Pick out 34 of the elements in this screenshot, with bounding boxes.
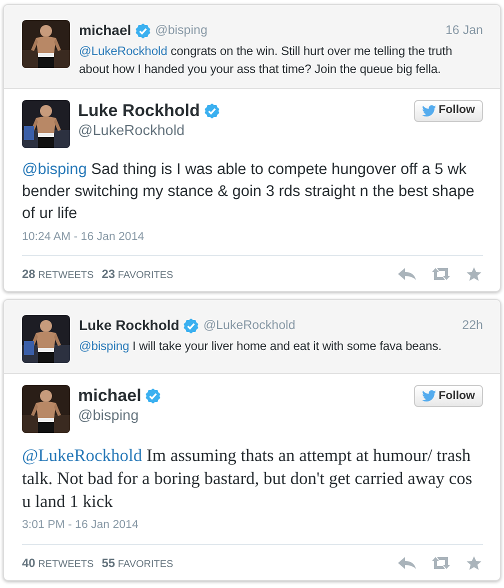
mention-link[interactable]: @bisping [79,339,130,354]
author-name[interactable]: michael [79,20,132,41]
tweet-time[interactable]: 16 Jan [445,21,483,40]
bird-icon [422,105,436,117]
tweet-text: @bisping I will take your liver home and eat it with some fava beans. [79,338,442,356]
author-name[interactable]: michael [78,385,142,406]
author-name[interactable]: Luke Rockhold [78,100,200,121]
stat-count[interactable]: 23 FAVORITES [102,265,174,284]
star-icon[interactable] [465,554,483,570]
stat-count[interactable]: 40 RETWEETS [22,554,94,572]
tweet-text: @LukeRockhold congrats on the win. Still hurt over me telling the truth about how I handed you your ass that time? Join the queue big fella. [79,43,454,78]
reply-icon[interactable] [397,266,417,282]
tweet-time[interactable]: 22h [462,316,483,336]
retweet-icon[interactable] [431,266,451,282]
tweet-text: @LukeRockhold Im assuming thats an attempt at humour/ trash talk. Not bad for a boring bastard, but don't get carried away cos u land 1 kick [22,444,474,514]
author-handle[interactable]: @bisping [78,406,406,428]
follow-button[interactable]: Follow [414,100,483,122]
star-icon[interactable] [465,266,483,282]
author-handle[interactable]: @LukeRockhold [203,316,296,336]
reply-icon[interactable] [397,554,417,570]
stat-count[interactable]: 28 RETWEETS [22,265,94,284]
mention-link[interactable]: @LukeRockhold [22,445,142,466]
mention-link[interactable]: @LukeRockhold [79,44,168,58]
author-handle[interactable]: @LukeRockhold [78,121,406,143]
stat-count[interactable]: 55 FAVORITES [102,554,174,572]
follow-button[interactable]: Follow [414,385,483,408]
tweet-text: @bisping Sad thing is I was able to compete hungover off a 5 wk bender switching my stance & goin 3 rds straight n the best shape of ur life [22,160,476,224]
author-name[interactable]: Luke Rockhold [79,315,180,336]
tweet-timestamp[interactable]: 10:24 AM - 16 Jan 2014 [22,229,483,256]
author-handle[interactable]: @bisping [155,21,208,40]
bird-icon [422,390,436,402]
retweet-icon[interactable] [431,554,451,570]
mention-link[interactable]: @bisping [22,161,87,178]
tweet-timestamp[interactable]: 3:01 PM - 16 Jan 2014 [22,517,483,544]
